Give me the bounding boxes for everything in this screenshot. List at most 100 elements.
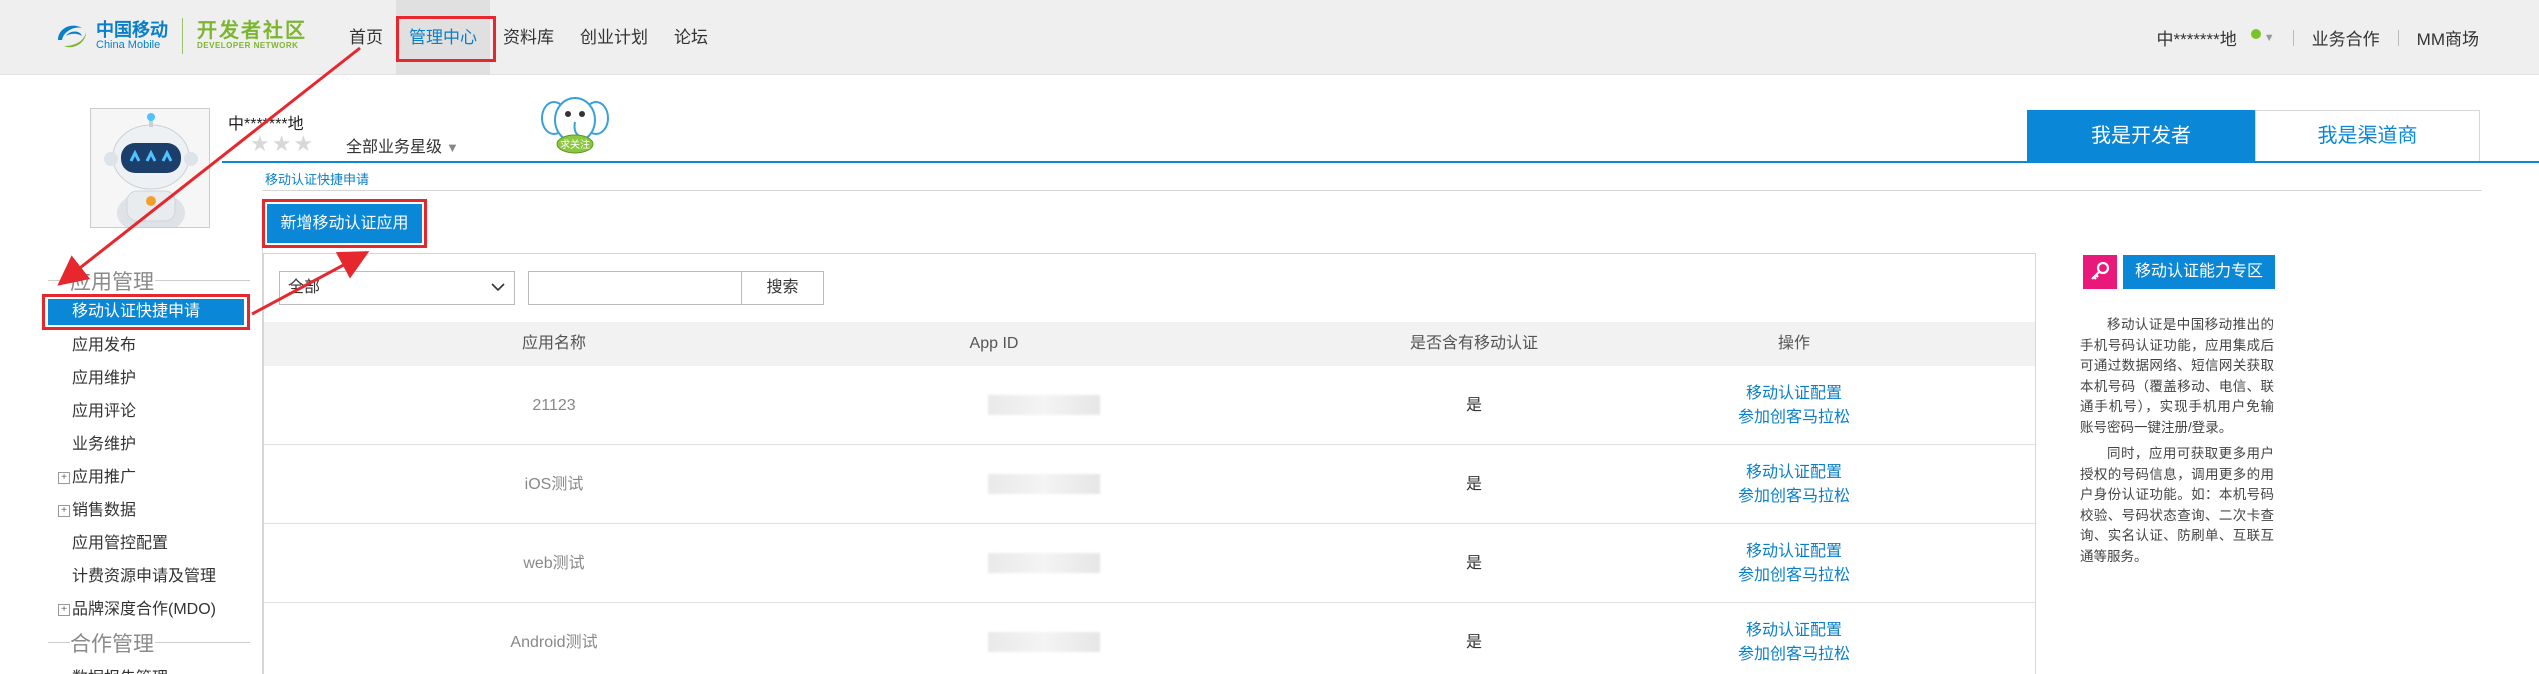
nav-library[interactable]: 资料库 bbox=[490, 0, 567, 75]
auth-config-link[interactable]: 移动认证配置 bbox=[1644, 461, 1944, 485]
sidebar-item-sales-data[interactable]: + 销售数据 bbox=[58, 499, 258, 532]
table-row: iOS测试 是 移动认证配置 参加创客马拉松 bbox=[264, 445, 2035, 524]
divider bbox=[2292, 29, 2294, 46]
star-rating: ★★★ bbox=[250, 131, 316, 156]
avatar[interactable] bbox=[90, 108, 210, 228]
table-row: Android测试 是 移动认证配置 参加创客马拉松 bbox=[264, 603, 2035, 674]
expand-plus-icon[interactable]: + bbox=[58, 472, 70, 484]
sidebar-item-app-maintain[interactable]: 应用维护 bbox=[58, 367, 258, 400]
actions-cell: 移动认证配置 参加创客马拉松 bbox=[1644, 461, 1944, 509]
logo-cn-text: 中国移动 bbox=[96, 19, 168, 40]
auth-config-link[interactable]: 移动认证配置 bbox=[1644, 619, 1944, 643]
auth-capability-zone-button[interactable]: 移动认证能力专区 bbox=[2123, 255, 2275, 289]
sidebar-item-label: 品牌深度合作(MDO) bbox=[72, 601, 216, 618]
sidebar-item-data-report[interactable]: 数据报告管理 bbox=[72, 664, 168, 674]
app-name-cell: web测试 bbox=[523, 555, 585, 572]
sidebar-section-app-management: 应用管理 bbox=[70, 271, 154, 294]
description-paragraph: 移动认证是中国移动推出的手机号码认证功能，应用集成后可通过数据网络、短信网关获取… bbox=[2080, 317, 2274, 435]
nav-startup-plan[interactable]: 创业计划 bbox=[567, 0, 661, 75]
col-header-has-auth: 是否含有移动认证 bbox=[1409, 335, 1538, 352]
join-hackathon-link[interactable]: 参加创客马拉松 bbox=[1644, 406, 1944, 430]
sidebar-item-app-promotion[interactable]: + 应用推广 bbox=[58, 466, 258, 499]
logo-dev-text: 开发者社区 bbox=[197, 20, 307, 43]
nav-management-center[interactable]: 管理中心 bbox=[396, 0, 496, 75]
star-level-dropdown[interactable]: 全部业务星级 ▼ bbox=[346, 133, 459, 157]
breadcrumb[interactable]: 移动认证快捷申请 bbox=[265, 169, 369, 188]
table-row: 21123 是 移动认证配置 参加创客马拉松 bbox=[264, 366, 2035, 445]
auth-config-link[interactable]: 移动认证配置 bbox=[1644, 540, 1944, 564]
mascot-text: 求关注 bbox=[560, 138, 590, 151]
sidebar-item-label: 业务维护 bbox=[72, 436, 137, 453]
china-mobile-logo[interactable]: 中国移动 China Mobile 开发者社区 DEVELOPER NETWOR… bbox=[52, 16, 307, 56]
nav-home[interactable]: 首页 bbox=[336, 0, 396, 75]
filter-select[interactable]: 全部 bbox=[279, 271, 515, 305]
sidebar-item-app-comments[interactable]: 应用评论 bbox=[58, 400, 258, 433]
breadcrumb-divider bbox=[262, 190, 2482, 191]
join-hackathon-link[interactable]: 参加创客马拉松 bbox=[1644, 485, 1944, 509]
search-button[interactable]: 搜索 bbox=[741, 271, 824, 305]
sidebar-item-label: 应用维护 bbox=[72, 370, 137, 387]
table-row: web测试 是 移动认证配置 参加创客马拉松 bbox=[264, 524, 2035, 603]
header-divider bbox=[222, 161, 2539, 163]
tab-channel[interactable]: 我是渠道商 bbox=[2255, 110, 2480, 162]
chevron-down-icon bbox=[491, 283, 505, 292]
description-paragraph: 同时，应用可获取更多用户授权的号码信息，调用更多的用户身份认证功能。如：本机号码… bbox=[2080, 446, 2274, 564]
divider bbox=[48, 280, 70, 281]
sidebar-item-app-publish[interactable]: 应用发布 bbox=[58, 334, 258, 367]
link-mm-store[interactable]: MM商场 bbox=[2417, 25, 2479, 50]
has-auth-cell: 是 bbox=[1465, 555, 1482, 572]
mascot-follow-badge[interactable]: 求关注 bbox=[540, 92, 610, 158]
actions-cell: 移动认证配置 参加创客马拉松 bbox=[1644, 382, 1944, 430]
tab-developer[interactable]: 我是开发者 bbox=[2027, 110, 2255, 162]
sidebar-item-brand-mdo[interactable]: + 品牌深度合作(MDO) bbox=[58, 598, 258, 631]
divider bbox=[155, 280, 250, 281]
join-hackathon-link[interactable]: 参加创客马拉松 bbox=[1644, 564, 1944, 588]
col-header-app-id: App ID bbox=[969, 335, 1019, 352]
logo-en-text: China Mobile bbox=[96, 38, 161, 51]
auth-description: 移动认证是中国移动推出的手机号码认证功能，应用集成后可通过数据网络、短信网关获取… bbox=[2080, 315, 2274, 573]
redacted-app-id bbox=[988, 474, 1100, 494]
table-header: 应用名称 App ID 是否含有移动认证 操作 bbox=[264, 322, 2035, 366]
join-hackathon-link[interactable]: 参加创客马拉松 bbox=[1644, 643, 1944, 667]
has-auth-cell: 是 bbox=[1465, 634, 1482, 651]
add-auth-app-button[interactable]: 新增移动认证应用 bbox=[267, 204, 422, 243]
sidebar-item-label: 应用发布 bbox=[72, 337, 137, 354]
link-business-cooperation[interactable]: 业务合作 bbox=[2312, 25, 2380, 50]
col-header-actions: 操作 bbox=[1777, 335, 1810, 352]
has-auth-cell: 是 bbox=[1465, 397, 1482, 414]
robot-avatar-icon bbox=[91, 109, 209, 227]
sidebar-item-auth-quick-apply[interactable]: 移动认证快捷申请 bbox=[48, 299, 244, 325]
star-level-label: 全部业务星级 bbox=[346, 139, 443, 156]
divider bbox=[48, 642, 70, 643]
nav-forum[interactable]: 论坛 bbox=[661, 0, 721, 75]
redacted-app-id bbox=[988, 553, 1100, 573]
col-header-app-name: 应用名称 bbox=[521, 335, 586, 352]
actions-cell: 移动认证配置 参加创客马拉松 bbox=[1644, 619, 1944, 667]
sidebar-item-label: 销售数据 bbox=[72, 502, 137, 519]
auth-config-link[interactable]: 移动认证配置 bbox=[1644, 382, 1944, 406]
logo-divider bbox=[182, 18, 183, 54]
top-right-menu: 中*******地 ▼ 业务合作 MM商场 bbox=[2156, 0, 2479, 75]
sidebar-item-billing-resources[interactable]: 计费资源申请及管理 bbox=[58, 565, 258, 598]
sidebar-item-label: 应用管控配置 bbox=[72, 535, 169, 552]
chevron-down-icon[interactable]: ▼ bbox=[2264, 32, 2275, 44]
logo-dev-en-text: DEVELOPER NETWORK bbox=[197, 41, 299, 51]
actions-cell: 移动认证配置 参加创客马拉松 bbox=[1644, 540, 1944, 588]
app-name-cell: 21123 bbox=[532, 397, 576, 414]
has-auth-cell: 是 bbox=[1465, 476, 1482, 493]
china-mobile-logo-icon bbox=[52, 16, 92, 56]
sidebar-list: 应用发布 应用维护 应用评论 业务维护 + 应用推广 + 销售数据 应用管控配置 计… bbox=[58, 334, 258, 631]
key-icon[interactable] bbox=[2083, 255, 2117, 289]
expand-plus-icon[interactable]: + bbox=[58, 604, 70, 616]
sidebar-item-business-maintain[interactable]: 业务维护 bbox=[58, 433, 258, 466]
app-name-cell: Android测试 bbox=[510, 634, 598, 651]
search-input[interactable] bbox=[528, 271, 742, 305]
redacted-app-id bbox=[988, 632, 1100, 652]
divider bbox=[155, 642, 250, 643]
divider bbox=[2397, 29, 2399, 46]
expand-plus-icon[interactable]: + bbox=[58, 505, 70, 517]
sidebar-item-label: 计费资源申请及管理 bbox=[72, 568, 217, 585]
top-username[interactable]: 中*******地 bbox=[2156, 25, 2236, 50]
sidebar-item-app-control-config[interactable]: 应用管控配置 bbox=[58, 532, 258, 565]
sidebar-item-label: 应用推广 bbox=[72, 469, 137, 486]
